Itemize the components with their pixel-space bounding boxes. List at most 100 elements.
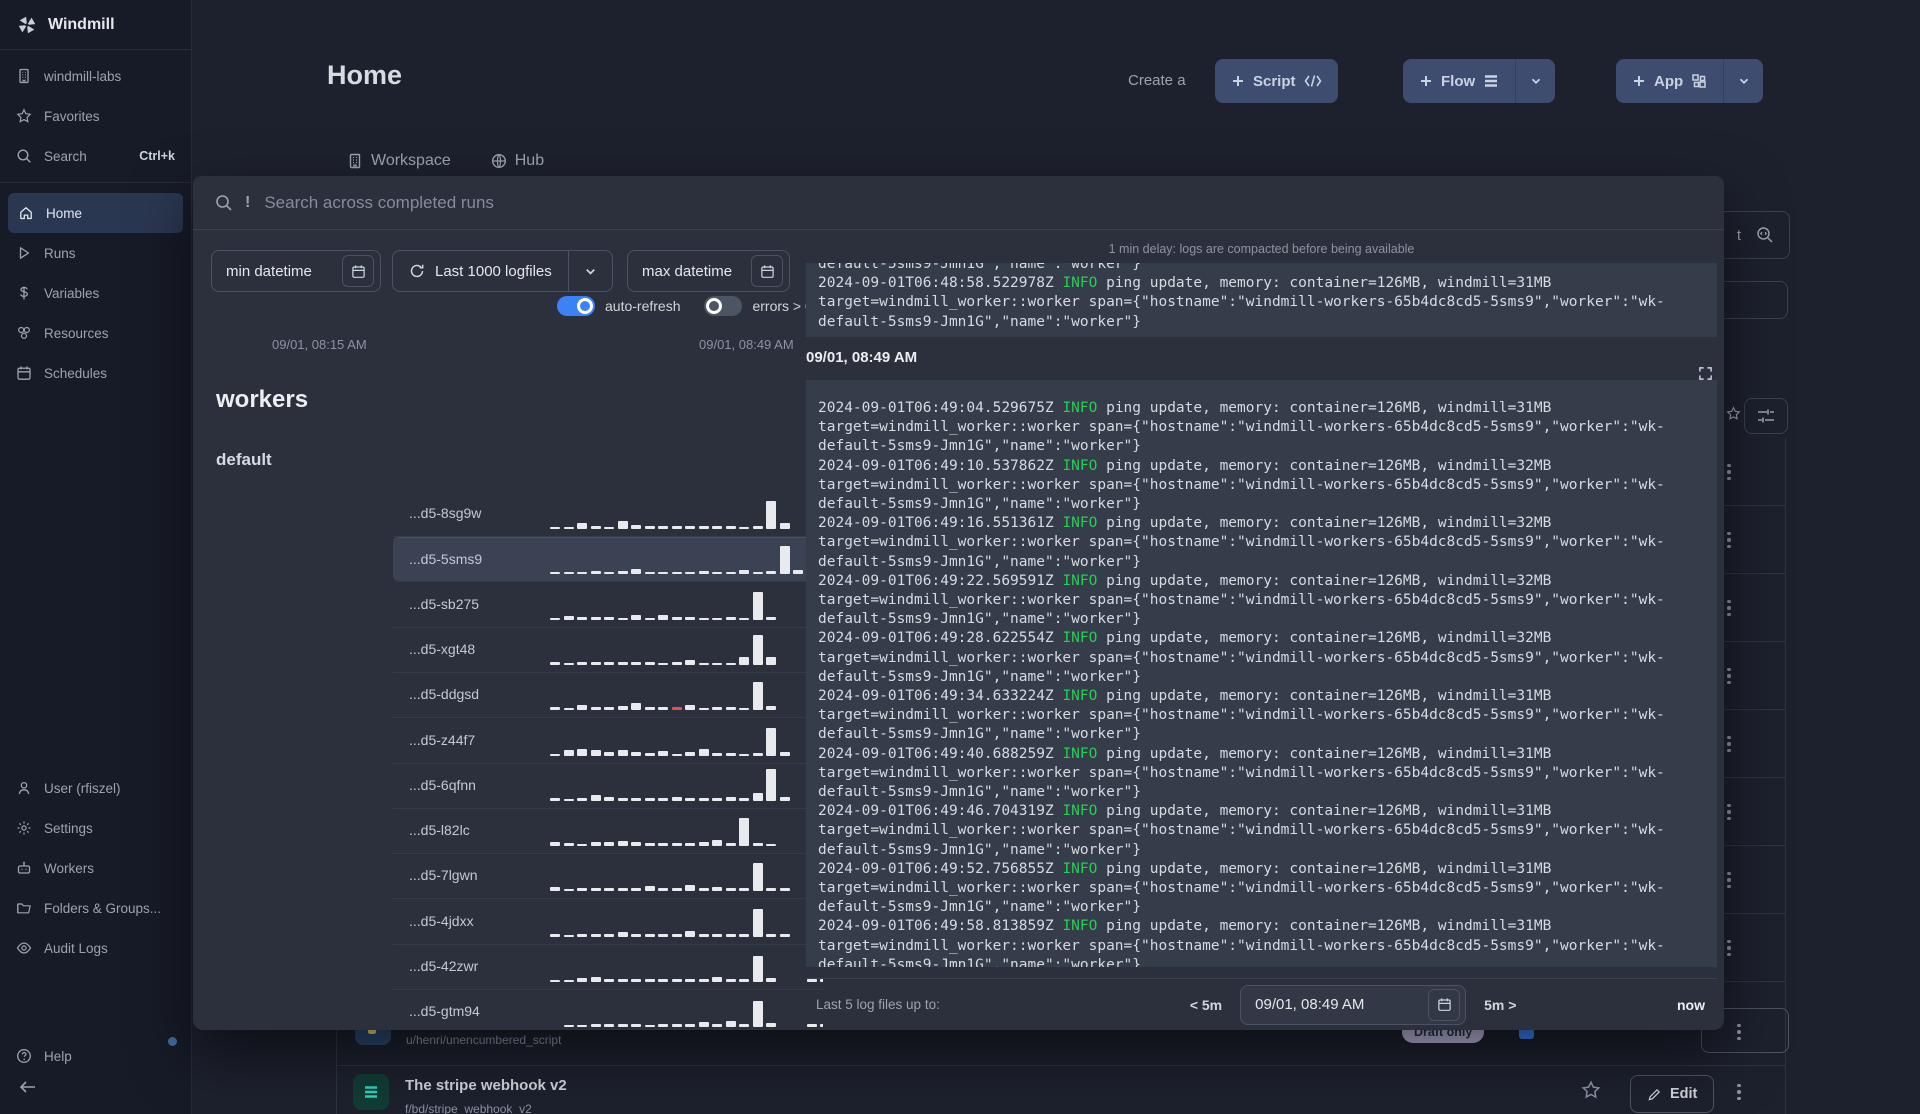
star-icon: [16, 108, 32, 123]
flow-path: f/bd/stripe_webhook_v2: [405, 1102, 532, 1114]
sidebar-item-favorites[interactable]: Favorites: [0, 96, 191, 136]
worker-activity-sparkline: [550, 722, 823, 756]
row-menu-kebab[interactable]: [1729, 1020, 1749, 1044]
brand[interactable]: Windmill: [0, 0, 191, 50]
worker-row-d5-5sms9[interactable]: ...d5-5sms9: [393, 537, 823, 583]
tab-workspace[interactable]: Workspace: [347, 152, 451, 170]
worker-row-d5-z44f7[interactable]: ...d5-z44f7: [393, 719, 823, 764]
log-level: INFO: [1062, 860, 1098, 877]
sidebar-item-settings[interactable]: Settings: [0, 808, 192, 848]
worker-activity-sparkline: [550, 540, 823, 575]
worker-activity-sparkline: [550, 586, 823, 620]
log-level: INFO: [1062, 572, 1098, 589]
eye-icon: [16, 942, 32, 954]
sidebar-item-folders-groups[interactable]: Folders & Groups...: [0, 888, 192, 928]
resources-icon: [18, 326, 30, 339]
sidebar-item-workers[interactable]: Workers: [0, 848, 192, 888]
log-entry: 2024-09-01T06:48:58.522978Z INFO ping up…: [818, 275, 1665, 330]
worker-name: ...d5-7lgwn: [409, 867, 478, 884]
workers-list: ...d5-8sg9w ...d5-5sms9 ...d5-sb275 ...d5-x…: [193, 176, 823, 1030]
sidebar-item-home[interactable]: Home: [8, 193, 183, 233]
star-icon[interactable]: [1726, 406, 1741, 421]
log-block-current[interactable]: 2024-09-01T06:49:04.529675Z INFO ping up…: [806, 380, 1717, 967]
play-icon: [16, 245, 32, 261]
dollar-icon: [16, 285, 32, 301]
user-icon: [18, 781, 30, 795]
forward-5m-button[interactable]: 5m >: [1484, 997, 1516, 1013]
search-code-icon[interactable]: [1755, 225, 1775, 245]
create-flow-group: Flow: [1403, 59, 1556, 103]
app-dropdown-chevron[interactable]: [1723, 59, 1764, 103]
worker-row-d5-6qfnn[interactable]: ...d5-6qfnn: [393, 764, 823, 809]
log-entry: 2024-09-01T06:49:16.551361Z INFO ping up…: [818, 515, 1665, 570]
search-icon: [17, 149, 31, 163]
create-app-button[interactable]: App: [1616, 59, 1724, 103]
sidebar-item-variables[interactable]: Variables: [0, 273, 191, 313]
runs-search-modal: ! min datetime Last 1000 logfiles max da…: [193, 176, 1724, 1030]
collapse-sidebar-icon[interactable]: [18, 1078, 38, 1096]
sidebar-bottom-section: User (rfiszel) Settings Workers Folders & G…: [0, 768, 192, 968]
edit-button[interactable]: Edit: [1630, 1075, 1715, 1113]
sidebar-item-audit-logs[interactable]: Audit Logs: [0, 928, 192, 968]
tab-hub[interactable]: Hub: [491, 152, 544, 170]
worker-row-d5-xgt48[interactable]: ...d5-xgt48: [393, 628, 823, 673]
log-level: INFO: [1062, 275, 1098, 292]
worker-row-d5-4jdxx[interactable]: ...d5-4jdxx: [393, 900, 823, 945]
worker-row-d5-sb275[interactable]: ...d5-sb275: [393, 583, 823, 628]
sidebar-nav-section: Home Runs Variables Resources Schedules: [0, 183, 191, 403]
now-button[interactable]: now: [1677, 997, 1705, 1013]
sidebar-item-windmill-labs[interactable]: windmill-labs: [0, 56, 191, 96]
sidebar-item-user-rfiszel[interactable]: User (rfiszel): [0, 768, 192, 808]
log-block-previous[interactable]: default-5sms9-Jmn1G","name":"worker"} 202…: [806, 263, 1717, 337]
user-icon: [16, 780, 32, 796]
expand-icon[interactable]: [1698, 366, 1713, 381]
create-app-group: App: [1616, 59, 1764, 103]
sidebar-item-runs[interactable]: Runs: [0, 233, 191, 273]
script-path: u/henri/unencumbered_script: [406, 1033, 562, 1047]
worker-row-d5-gtm94[interactable]: ...d5-gtm94: [393, 990, 823, 1030]
play-icon: [19, 247, 30, 259]
sidebar-item-search[interactable]: Search Ctrl+k: [0, 136, 191, 176]
calendar-icon: [16, 365, 32, 381]
log-timestamp: 2024-09-01T06:49:58.813859Z: [818, 918, 1054, 935]
worker-row-d5-ddgsd[interactable]: ...d5-ddgsd: [393, 673, 823, 719]
log-footer: Last 5 log files up to: < 5m 09/01, 08:4…: [806, 978, 1717, 1030]
home-tabs: Workspace Hub: [347, 152, 544, 170]
app-grid-icon: [1691, 73, 1707, 89]
worker-activity-sparkline: [550, 903, 823, 937]
log-level: INFO: [1062, 400, 1098, 416]
pencil-icon: [1648, 1088, 1661, 1101]
log-level: INFO: [1062, 688, 1098, 705]
calendar-icon[interactable]: [1428, 988, 1461, 1021]
list-item[interactable]: The stripe webhook v2 f/bd/stripe_webhoo…: [336, 1066, 1786, 1114]
row-menu-kebab[interactable]: [1729, 1080, 1749, 1104]
create-a-label: Create a: [1128, 72, 1186, 89]
globe-icon: [491, 153, 507, 169]
worker-activity-sparkline: [550, 676, 823, 711]
sidebar-item-help[interactable]: Help: [0, 1036, 192, 1076]
worker-name: ...d5-42zwr: [409, 958, 479, 974]
log-timestamp: 2024-09-01T06:49:46.704319Z: [818, 803, 1054, 820]
flow-dropdown-chevron[interactable]: [1515, 59, 1556, 103]
worker-name: ...d5-l82lc: [409, 822, 470, 839]
log-entry: 2024-09-01T06:49:22.569591Z INFO ping up…: [818, 572, 1665, 628]
folder-icon: [17, 903, 31, 914]
worker-row-d5-l82lc[interactable]: ...d5-l82lc: [393, 809, 823, 855]
log-entry: 2024-09-01T06:49:58.813859Z INFO ping up…: [818, 918, 1665, 967]
building-icon: [19, 68, 29, 84]
worker-row-d5-7lgwn[interactable]: ...d5-7lgwn: [393, 854, 823, 900]
back-5m-button[interactable]: < 5m: [1190, 997, 1222, 1013]
sidebar-item-schedules[interactable]: Schedules: [0, 353, 191, 393]
filter-sliders-button[interactable]: [1744, 398, 1788, 434]
favorite-star-icon[interactable]: [1581, 1080, 1601, 1100]
log-footer-label: Last 5 log files up to:: [816, 997, 940, 1012]
worker-row-d5-42zwr[interactable]: ...d5-42zwr: [393, 945, 823, 990]
sidebar-item-resources[interactable]: Resources: [0, 313, 191, 353]
folder-icon: [16, 900, 32, 916]
worker-row-d5-8sg9w[interactable]: ...d5-8sg9w: [393, 492, 823, 537]
resources-icon: [16, 325, 32, 341]
create-script-button[interactable]: Script: [1215, 59, 1338, 103]
log-datetime-input[interactable]: 09/01, 08:49 AM: [1240, 984, 1467, 1025]
create-flow-button[interactable]: Flow: [1403, 59, 1516, 103]
log-level: INFO: [1062, 457, 1098, 474]
